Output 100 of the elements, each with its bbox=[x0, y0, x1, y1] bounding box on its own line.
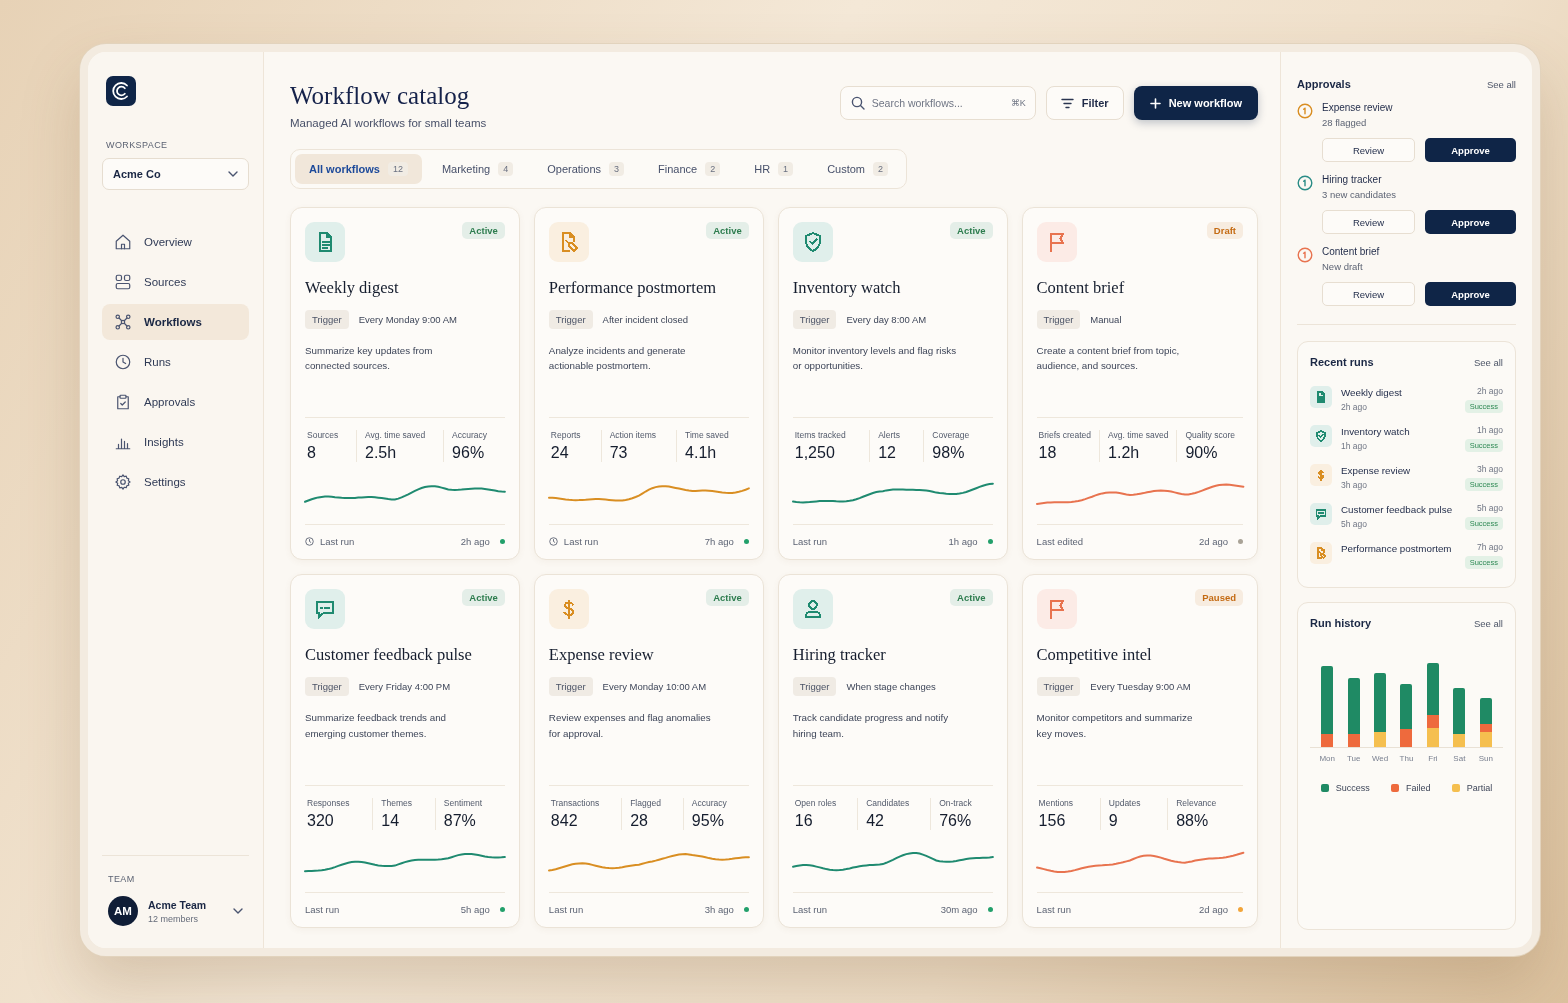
trigger-schedule: Every Tuesday 9:00 AM bbox=[1090, 681, 1191, 693]
stat-label: Sentiment bbox=[443, 798, 484, 808]
failed-bar-segment bbox=[1400, 729, 1413, 747]
shield-check-icon bbox=[1310, 425, 1332, 447]
blocks-icon bbox=[114, 273, 132, 291]
partial-bar-segment bbox=[1479, 732, 1492, 747]
day-label: Wed bbox=[1370, 754, 1390, 763]
workflow-title: Weekly digest bbox=[305, 277, 400, 298]
workflow-card[interactable]: Active Weekly digest Trigger Every Monday 9:00 AM Summarize key updates from connected sources. Sources 8 Avg. time saved 2.5h Accuracy 96% Last run 2h ago bbox=[290, 206, 520, 561]
workflow-card[interactable]: Active Performance postmortem Trigger After incident closed Analyze incidents and generate actionable postmortem. Reports 24 Action items 73 Time saved 4.1h Last run 7h ago bbox=[533, 206, 764, 561]
stat-value: 88% bbox=[1176, 812, 1210, 830]
plus-icon bbox=[1149, 97, 1161, 109]
page-title: Workflow catalog bbox=[290, 82, 471, 111]
stat-value: 1,250 bbox=[794, 444, 836, 463]
success-bar-segment bbox=[1321, 666, 1334, 734]
approve-button[interactable]: Approve bbox=[1425, 210, 1516, 234]
nav-item[interactable]: Insights bbox=[102, 424, 249, 460]
stat-label: Sources bbox=[307, 430, 340, 441]
stat-value: 842 bbox=[550, 812, 579, 830]
stat-label: Flagged bbox=[630, 798, 662, 808]
last-run-time: 30m ago bbox=[940, 904, 978, 915]
workflow-card[interactable]: Active Hiring tracker Trigger When stage changes Track candidate progress and notify hiring team. Open roles 16 Candidates 42 On-track 76% Last run 30m ago bbox=[777, 574, 1008, 928]
workflow-card[interactable]: Active Customer feedback pulse Trigger Every Friday 4:00 PM Summarize feedback trends and emerging customer themes. Responses 320 Themes 14 Sentiment 87% Last run 5h ago bbox=[290, 574, 520, 928]
success-bar-segment bbox=[1479, 698, 1492, 725]
status-badge: Active bbox=[706, 589, 749, 607]
last-run-label: Last run bbox=[563, 536, 599, 548]
stat-value: 42 bbox=[866, 812, 885, 830]
stat-value: 96% bbox=[452, 444, 486, 463]
stat-value: 87% bbox=[443, 812, 477, 830]
approval-title: Hiring tracker bbox=[1322, 174, 1383, 185]
last-run-time: 5h ago bbox=[460, 904, 490, 915]
nav-item[interactable]: Settings bbox=[102, 464, 249, 500]
stat-label: Quality score bbox=[1185, 430, 1235, 441]
page-subtitle: Managed AI workflows for small teams bbox=[290, 116, 487, 129]
review-button[interactable]: Review bbox=[1322, 210, 1415, 234]
approve-button[interactable]: Approve bbox=[1425, 138, 1516, 162]
see-all-link[interactable]: See all bbox=[1473, 617, 1503, 629]
nav-item[interactable]: Sources bbox=[102, 264, 249, 300]
partial-bar-segment bbox=[1374, 732, 1387, 747]
section-title: Approvals bbox=[1297, 78, 1351, 90]
last-run-time: 2d ago bbox=[1198, 904, 1228, 915]
success-bar-segment bbox=[1374, 672, 1387, 733]
workflow-card[interactable]: Active Inventory watch Trigger Every day 8:00 AM Monitor inventory levels and flag risks or opportunities. Items tracked 1,250 Alerts 12 Coverage 98% Last run 1h ago bbox=[777, 206, 1008, 561]
trigger-label: Trigger bbox=[792, 677, 837, 697]
filter-tab[interactable]: Marketing 4 bbox=[427, 153, 528, 184]
nav-item[interactable]: Overview bbox=[102, 224, 249, 260]
workflow-card[interactable]: Paused Competitive intel Trigger Every Tuesday 9:00 AM Monitor competitors and summarize key moves. Mentions 156 Updates 9 Relevance 88% Last run 2d ago bbox=[1021, 574, 1258, 928]
stat-value: 1.2h bbox=[1108, 444, 1141, 463]
workflow-description: Create a content brief from topic, audience, and sources. bbox=[1036, 343, 1181, 374]
stat-value: 14 bbox=[381, 812, 401, 830]
stat-label: Alerts bbox=[878, 430, 901, 441]
workspace-select[interactable]: Acme Co bbox=[102, 158, 249, 190]
filter-tab[interactable]: Finance 2 bbox=[644, 153, 735, 184]
stat-value: 4.1h bbox=[685, 444, 718, 463]
stat-value: 12 bbox=[878, 444, 897, 463]
stat-label: Updates bbox=[1108, 798, 1142, 808]
filter-tab[interactable]: Operations 3 bbox=[533, 153, 639, 184]
approval-detail: 28 flagged bbox=[1322, 117, 1368, 128]
approve-button[interactable]: Approve bbox=[1425, 282, 1516, 306]
workflow-description: Track candidate progress and notify hiring team. bbox=[792, 711, 950, 742]
see-all-link[interactable]: See all bbox=[1473, 356, 1503, 368]
nav-item[interactable]: Approvals bbox=[102, 384, 249, 420]
review-button[interactable]: Review bbox=[1322, 282, 1415, 306]
section-label: TEAM bbox=[108, 874, 136, 884]
stat-label: Avg. time saved bbox=[1108, 430, 1169, 441]
workflow-description: Monitor inventory levels and flag risks or opportunities. bbox=[792, 343, 958, 374]
filter-tab[interactable]: Custom 2 bbox=[813, 153, 903, 184]
approval-title: Expense review bbox=[1322, 102, 1393, 113]
run-time: 1h ago bbox=[1341, 441, 1368, 451]
member-count: 12 members bbox=[148, 913, 200, 924]
workflow-card[interactable]: Draft Content brief Trigger Manual Create a content brief from topic, audience, and sources. Briefs created 18 Avg. time saved 1.2h Quality score 90% Last edited 2d ago bbox=[1021, 206, 1258, 561]
day-label: Fri bbox=[1427, 754, 1439, 763]
search-icon bbox=[850, 96, 865, 110]
trigger-label: Trigger bbox=[305, 677, 349, 697]
trigger-schedule: Manual bbox=[1090, 313, 1122, 325]
review-button[interactable]: Review bbox=[1322, 138, 1415, 162]
stat-label: Accuracy bbox=[452, 430, 489, 441]
nav-item[interactable]: Runs bbox=[102, 344, 249, 380]
workflow-title: Customer feedback pulse bbox=[305, 645, 473, 666]
nav-item[interactable]: Workflows bbox=[102, 304, 249, 340]
stat-label: Candidates bbox=[866, 798, 911, 808]
section-title: Recent runs bbox=[1310, 356, 1374, 368]
new-workflow-button[interactable]: New workflow bbox=[1133, 86, 1258, 120]
workflow-title: Competitive intel bbox=[1036, 645, 1153, 666]
status-badge: Active bbox=[462, 589, 505, 607]
run-time: 3h ago bbox=[1477, 464, 1503, 474]
run-title: Performance postmortem bbox=[1341, 543, 1453, 554]
filter-tab[interactable]: All workflows 12 bbox=[295, 153, 422, 184]
stat-value: 16 bbox=[794, 812, 814, 830]
legend-label: Partial bbox=[1466, 783, 1493, 793]
filter-tab[interactable]: HR 1 bbox=[740, 153, 808, 184]
workflow-title: Content brief bbox=[1036, 277, 1126, 298]
filter-button[interactable]: Filter bbox=[1045, 86, 1124, 120]
trigger-schedule: When stage changes bbox=[846, 681, 936, 693]
see-all-link[interactable]: See all bbox=[1486, 78, 1516, 90]
last-run-label: Last run bbox=[1036, 904, 1071, 915]
workflow-card[interactable]: Active Expense review Trigger Every Monday 10:00 AM Review expenses and flag anomalies for approval. Transactions 842 Flagged 28 Accuracy 95% Last run 3h ago bbox=[533, 574, 764, 928]
day-label: Mon bbox=[1318, 754, 1336, 763]
document-tag-icon bbox=[1310, 542, 1332, 564]
section-title: Run history bbox=[1310, 617, 1372, 629]
